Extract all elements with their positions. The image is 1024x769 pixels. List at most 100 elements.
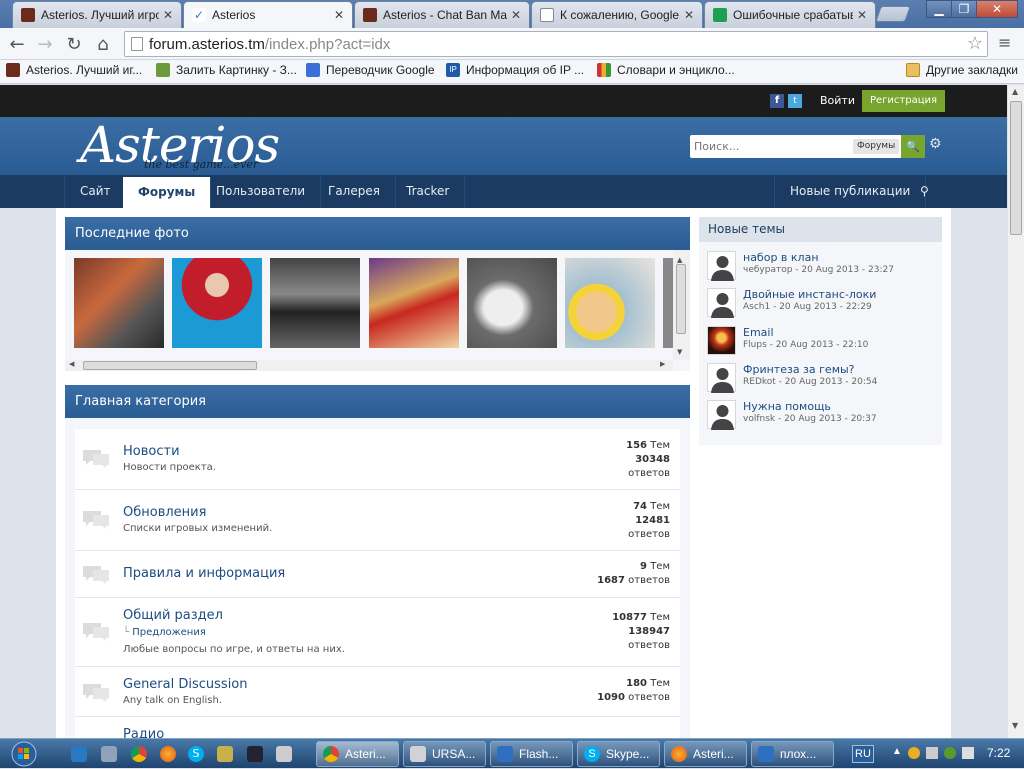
login-link[interactable]: Войти [820, 94, 855, 107]
taskbar-ursa[interactable]: URSA... [403, 741, 486, 767]
nav-item-gallery[interactable]: Галерея [313, 175, 396, 208]
minimize-button[interactable]: ▁ [926, 0, 952, 18]
taskbar-chrome-asterios[interactable]: Asteri... [316, 741, 399, 767]
avatar[interactable] [707, 363, 736, 393]
avatar[interactable] [707, 288, 736, 318]
photo-strip-horizontal-scrollbar[interactable]: ◀ ▶ [65, 360, 673, 371]
topic-title[interactable]: набор в клан [743, 251, 819, 264]
explorer-icon[interactable] [101, 746, 117, 762]
twitter-icon[interactable]: t [788, 94, 802, 108]
tray-app-icon[interactable] [908, 747, 920, 759]
bookmark-asterios[interactable]: Asterios. Лучший иг... [6, 63, 142, 77]
taskbar-skype[interactable]: S Skype... [577, 741, 660, 767]
scroll-up-arrow-icon[interactable]: ▲ [1012, 87, 1018, 96]
topic-item[interactable]: набор в клан чебуратор - 20 Aug 2013 - 2… [707, 251, 937, 285]
forum-name[interactable]: Обновления [123, 505, 206, 520]
drive-icon[interactable] [276, 746, 292, 762]
topic-title[interactable]: Фринтеза за гемы? [743, 363, 855, 376]
topic-title[interactable]: Двойные инстанс-локи [743, 288, 876, 301]
volume-icon[interactable] [962, 747, 974, 759]
close-icon[interactable]: ✕ [684, 8, 694, 22]
chrome-icon[interactable] [131, 746, 147, 762]
language-indicator[interactable]: RU [852, 745, 874, 763]
address-bar[interactable]: forum.asterios.tm/index.php?act=idx ☆ [124, 31, 988, 57]
wrench-menu-icon[interactable]: ≡ [998, 33, 1011, 52]
close-icon[interactable]: ✕ [511, 8, 521, 22]
scroll-thumb[interactable] [1010, 101, 1022, 235]
tab-google-sorry[interactable]: К сожалению, Google ✕ [531, 1, 703, 28]
search-button[interactable]: 🔍 [901, 135, 925, 158]
start-button[interactable] [4, 740, 44, 768]
forum-name[interactable]: Новости [123, 444, 180, 459]
show-desktop-icon[interactable] [71, 746, 87, 762]
new-tab-button[interactable] [875, 6, 911, 22]
register-button[interactable]: Регистрация [862, 90, 946, 112]
topic-item[interactable]: Двойные инстанс-локи Asch1 - 20 Aug 2013… [707, 288, 937, 322]
photo-thumbnail[interactable] [467, 258, 557, 348]
forward-arrow-icon[interactable]: → [34, 33, 56, 55]
monitor-icon[interactable] [247, 746, 263, 762]
taskbar-document[interactable]: плох... [751, 741, 834, 767]
network-icon[interactable] [926, 747, 938, 759]
facebook-icon[interactable]: f [770, 94, 784, 108]
app-icon[interactable] [217, 746, 233, 762]
skype-icon[interactable]: S [188, 746, 204, 762]
other-bookmarks[interactable]: Другие закладки [906, 63, 1018, 77]
photo-strip-vertical-scrollbar[interactable]: ▲ ▼ [673, 250, 690, 360]
taskbar-firefox-asterios[interactable]: Asteri... [664, 741, 747, 767]
nav-item-forums[interactable]: Форумы [123, 177, 212, 208]
close-icon[interactable]: ✕ [857, 8, 867, 22]
photo-thumbnail[interactable] [663, 258, 673, 348]
bookmark-google-translate[interactable]: Переводчик Google [306, 63, 435, 77]
close-window-button[interactable]: ✕ [976, 0, 1018, 18]
nav-item-members[interactable]: Пользователи [201, 175, 322, 208]
topic-item[interactable]: Фринтеза за гемы? REDkot - 20 Aug 2013 -… [707, 363, 937, 397]
forum-stats: 156 Тем 30348 ответов [626, 439, 670, 481]
tray-app-icon[interactable] [944, 747, 956, 759]
photo-thumbnail[interactable] [74, 258, 164, 348]
scroll-down-arrow-icon[interactable]: ▼ [1012, 721, 1018, 730]
forum-name[interactable]: Общий раздел [123, 608, 223, 623]
nav-new-content[interactable]: Новые публикации [774, 175, 927, 208]
close-icon[interactable]: ✕ [163, 8, 173, 22]
forum-name[interactable]: General Discussion [123, 677, 248, 692]
tab-asterios-best[interactable]: Asterios. Лучший игро ✕ [12, 1, 182, 28]
search-scope-selector[interactable]: Форумы [853, 139, 900, 154]
bookmark-ip-info[interactable]: IP Информация об IP ... [446, 63, 584, 77]
back-arrow-icon[interactable]: ← [6, 33, 28, 55]
photo-thumbnail[interactable] [369, 258, 459, 348]
clock[interactable]: 7:22 [987, 746, 1010, 760]
avatar[interactable] [707, 400, 736, 430]
bookmark-dictionaries[interactable]: Словари и энцикло... [597, 63, 735, 77]
tab-asterios[interactable]: ✓ Asterios ✕ [183, 1, 353, 28]
nav-item-tracker[interactable]: Tracker [391, 175, 466, 208]
topic-item[interactable]: Нужна помощь volfnsk - 20 Aug 2013 - 20:… [707, 400, 937, 434]
close-icon[interactable]: ✕ [334, 8, 344, 22]
taskbar-flash[interactable]: Flash... [490, 741, 573, 767]
tray-expand-icon[interactable]: ▲ [892, 746, 902, 757]
avatar[interactable] [707, 326, 736, 355]
photo-thumbnail[interactable] [172, 258, 262, 348]
subforum-link[interactable]: └ Предложения [123, 627, 206, 638]
nav-item-site[interactable]: Сайт [64, 175, 127, 208]
bookmark-upload-image[interactable]: Залить Картинку - З... [156, 63, 297, 77]
page-vertical-scrollbar[interactable]: ▲ ▼ [1007, 85, 1024, 738]
tab-chat-ban[interactable]: Asterios - Chat Ban Ma ✕ [354, 1, 530, 28]
bookmark-star-icon[interactable]: ☆ [967, 33, 983, 54]
avatar[interactable] [707, 251, 736, 281]
firefox-icon[interactable] [160, 746, 176, 762]
map-pin-icon[interactable]: ⚲ [911, 175, 938, 208]
photo-thumbnail[interactable] [565, 258, 655, 348]
forum-name[interactable]: Радио [123, 727, 164, 738]
reload-icon[interactable]: ↻ [63, 33, 85, 55]
topic-title[interactable]: Email [743, 326, 774, 339]
forum-name[interactable]: Правила и информация [123, 566, 285, 581]
tab-false-positives[interactable]: Ошибочные срабатыв ✕ [704, 1, 876, 28]
search-options-gear-icon[interactable]: ⚙ [929, 136, 942, 152]
topic-title[interactable]: Нужна помощь [743, 400, 831, 413]
search-input[interactable] [690, 135, 850, 158]
home-icon[interactable]: ⌂ [92, 33, 114, 55]
photo-thumbnail[interactable] [270, 258, 360, 348]
maximize-button[interactable]: ❐ [951, 0, 977, 18]
topic-item[interactable]: Email Flups - 20 Aug 2013 - 22:10 [707, 326, 937, 360]
